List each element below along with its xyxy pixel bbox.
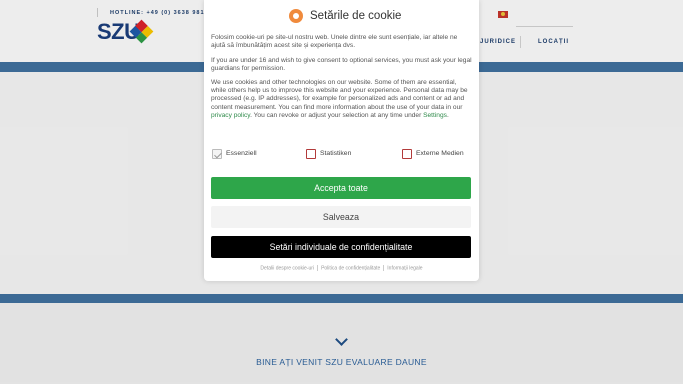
checkbox-label-essenziell: Essenziell [226,150,257,157]
consent-categories: Essenziell Statistiken Externe Medien [204,149,479,161]
checkbox-externe-medien[interactable] [402,149,412,159]
checkbox-label-externe-medien: Externe Medien [416,150,464,157]
details-text-part: We use cookies and other technologies on… [211,79,468,111]
link-separator [317,265,319,271]
settings-link[interactable]: Settings [423,112,447,119]
dialog-footer-links: Detalii despre cookie-uri Politica de con… [204,265,479,271]
individual-privacy-settings-button[interactable]: Setări individuale de confidențialitate [211,236,471,258]
dialog-header: Setările de cookie [204,8,479,26]
privacy-policy-footer-link[interactable]: Politica de confidențialitate [321,265,380,271]
cookie-consent-dialog: Setările de cookie Folosim cookie-uri pe… [204,0,479,281]
cookie-icon [289,9,303,23]
age-notice-text: If you are under 16 and wish to give con… [211,57,472,73]
accept-all-button[interactable]: Accepta toate [211,177,471,199]
dialog-title: Setările de cookie [310,10,402,22]
checkbox-label-statistiken: Statistiken [320,150,352,157]
cookie-details-link[interactable]: Detalii despre cookie-uri [260,265,314,271]
privacy-policy-link[interactable]: privacy policy [211,112,250,119]
details-text-part: . You can revoke or adjust your selectio… [250,111,424,119]
intro-text: Folosim cookie-uri pe site-ul nostru web… [211,34,458,50]
details-text-part: . [446,111,449,119]
checkbox-statistiken[interactable] [306,149,316,159]
legal-info-link[interactable]: Informații legale [387,265,422,271]
save-button[interactable]: Salveaza [211,206,471,228]
checkbox-essenziell[interactable] [212,149,222,159]
details-text: We use cookies and other technologies on… [211,79,473,120]
link-separator [383,265,385,271]
